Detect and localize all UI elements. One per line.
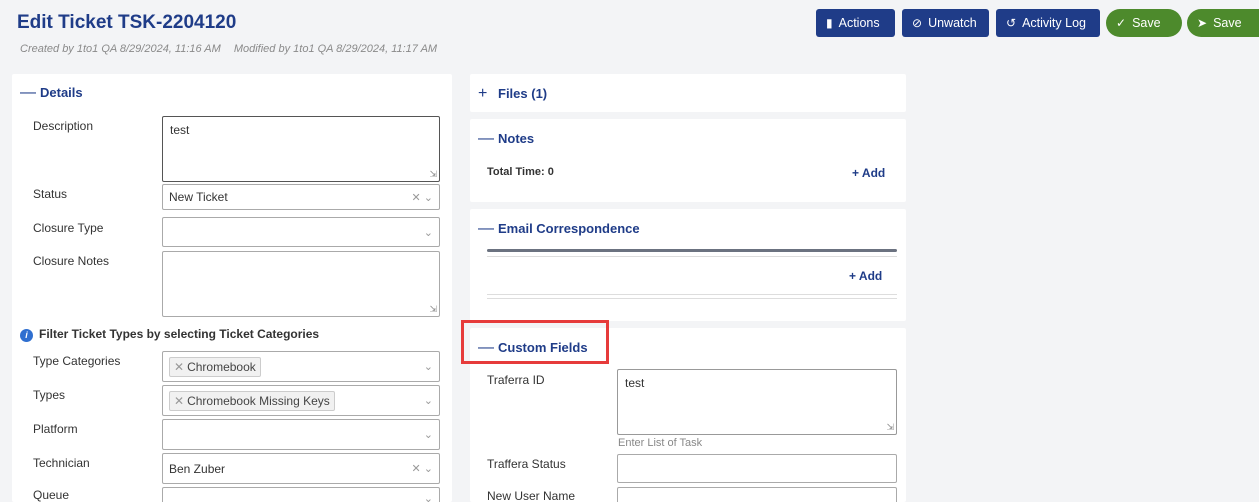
history-icon: ↺ xyxy=(1006,16,1017,30)
highlight-box xyxy=(461,320,609,364)
activity-log-label: Activity Log xyxy=(1022,16,1086,30)
actions-label: Actions xyxy=(838,16,880,30)
document-icon: ▮ xyxy=(826,16,833,30)
technician-select[interactable]: Ben Zuber ✕ ⌄ xyxy=(162,453,440,484)
chevron-down-icon[interactable]: ⌄ xyxy=(424,428,433,441)
chevron-down-icon[interactable]: ⌄ xyxy=(424,394,433,407)
ban-icon: ⊘ xyxy=(912,16,923,30)
check-icon: ✓ xyxy=(1116,16,1127,30)
queue-label: Queue xyxy=(33,488,70,502)
chevron-down-icon[interactable]: ⌄ xyxy=(424,492,433,502)
type-categories-select[interactable]: ✕ Chromebook ⌄ xyxy=(162,351,440,382)
status-select[interactable]: New Ticket ✕ ⌄ xyxy=(162,184,440,210)
type-tag-label: Chromebook Missing Keys xyxy=(187,393,330,408)
send-icon: ➤ xyxy=(1197,16,1208,30)
save-label: Save xyxy=(1132,16,1161,30)
save-button[interactable]: ✓ Save xyxy=(1106,9,1182,37)
clear-chevron-icon[interactable]: ✕ ⌄ xyxy=(412,191,434,204)
add-email-link[interactable]: + Add xyxy=(849,269,882,283)
type-category-tag[interactable]: ✕ Chromebook xyxy=(169,356,261,377)
divider xyxy=(487,249,897,252)
closure-notes-textarea[interactable]: ⇲ xyxy=(162,251,440,317)
collapse-icon: — xyxy=(478,220,494,237)
ticket-audit-info: Created by 1to1 QA 8/29/2024, 11:16 AM M… xyxy=(20,43,437,55)
platform-select[interactable]: ⌄ xyxy=(162,419,440,450)
modified-info: Modified by 1to1 QA 8/29/2024, 11:17 AM xyxy=(233,43,438,55)
chevron-down-icon[interactable]: ⌄ xyxy=(424,226,433,239)
divider xyxy=(487,256,897,257)
remove-tag-icon[interactable]: ✕ xyxy=(174,360,184,374)
closure-type-select[interactable]: ⌄ xyxy=(162,217,440,247)
type-tag[interactable]: ✕ Chromebook Missing Keys xyxy=(169,390,335,411)
add-note-link[interactable]: + Add xyxy=(852,166,885,180)
files-header[interactable]: + Files (1) xyxy=(478,85,547,103)
description-value: test xyxy=(170,123,190,137)
collapse-icon: — xyxy=(478,130,494,147)
email-heading: Email Correspondence xyxy=(498,221,640,236)
expand-icon: + xyxy=(478,85,488,102)
divider xyxy=(487,298,897,299)
details-header[interactable]: — Details xyxy=(20,84,83,102)
technician-label: Technician xyxy=(33,456,90,470)
collapse-icon: — xyxy=(20,84,36,101)
files-panel: + Files (1) xyxy=(470,74,906,112)
status-label: Status xyxy=(33,187,68,201)
remove-tag-icon[interactable]: ✕ xyxy=(174,394,184,408)
platform-label: Platform xyxy=(33,422,78,436)
chevron-down-icon[interactable]: ⌄ xyxy=(424,360,433,373)
resize-handle-icon[interactable]: ⇲ xyxy=(886,422,894,433)
page-title: Edit Ticket TSK-2204120 xyxy=(17,12,237,33)
new-user-name-label: New User Name xyxy=(487,489,576,502)
save-send-label: Save xyxy=(1213,16,1242,30)
traffera-status-label: Traffera Status xyxy=(487,457,566,471)
notes-heading: Notes xyxy=(498,131,535,146)
resize-handle-icon[interactable]: ⇲ xyxy=(429,304,437,315)
type-category-tag-label: Chromebook xyxy=(187,359,256,374)
email-header[interactable]: — Email Correspondence xyxy=(478,220,640,238)
notes-header[interactable]: — Notes xyxy=(478,130,534,148)
description-textarea[interactable]: test ⇲ xyxy=(162,116,440,182)
technician-value: Ben Zuber xyxy=(169,461,226,476)
details-heading: Details xyxy=(40,85,83,100)
activity-log-button[interactable]: ↺ Activity Log xyxy=(996,9,1100,37)
notes-panel: — Notes Total Time: 0 + Add xyxy=(470,119,906,202)
files-heading: Files (1) xyxy=(498,86,548,101)
email-panel: — Email Correspondence + Add xyxy=(470,209,906,321)
created-info: Created by 1to1 QA 8/29/2024, 11:16 AM xyxy=(20,43,221,55)
save-send-button[interactable]: ➤ Save xyxy=(1187,9,1259,37)
traferra-id-textarea[interactable]: test ⇲ xyxy=(617,369,897,435)
types-select[interactable]: ✕ Chromebook Missing Keys ⌄ xyxy=(162,385,440,416)
unwatch-label: Unwatch xyxy=(928,16,977,30)
unwatch-button[interactable]: ⊘ Unwatch xyxy=(902,9,989,37)
traferra-id-hint: Enter List of Task xyxy=(618,437,703,449)
clear-chevron-icon[interactable]: ✕ ⌄ xyxy=(412,462,434,475)
queue-select[interactable]: ⌄ xyxy=(162,487,440,502)
new-user-name-input[interactable] xyxy=(617,487,897,502)
closure-notes-label: Closure Notes xyxy=(33,254,110,268)
filter-note-text: Filter Ticket Types by selecting Ticket … xyxy=(39,327,320,341)
filter-note: i Filter Ticket Types by selecting Ticket… xyxy=(20,327,319,342)
divider xyxy=(487,294,897,295)
traferra-id-value: test xyxy=(625,376,645,390)
traffera-status-input[interactable] xyxy=(617,454,897,483)
types-label: Types xyxy=(33,388,66,402)
traferra-id-label: Traferra ID xyxy=(487,373,545,387)
total-time: Total Time: 0 xyxy=(487,166,554,178)
resize-handle-icon[interactable]: ⇲ xyxy=(429,169,437,180)
description-label: Description xyxy=(33,119,94,133)
closure-type-label: Closure Type xyxy=(33,221,104,235)
info-icon: i xyxy=(20,329,33,342)
status-value: New Ticket xyxy=(169,190,228,204)
actions-button[interactable]: ▮ Actions xyxy=(816,9,895,37)
type-categories-label: Type Categories xyxy=(33,354,121,368)
details-panel: — Details Description test ⇲ Status New T… xyxy=(12,74,452,502)
